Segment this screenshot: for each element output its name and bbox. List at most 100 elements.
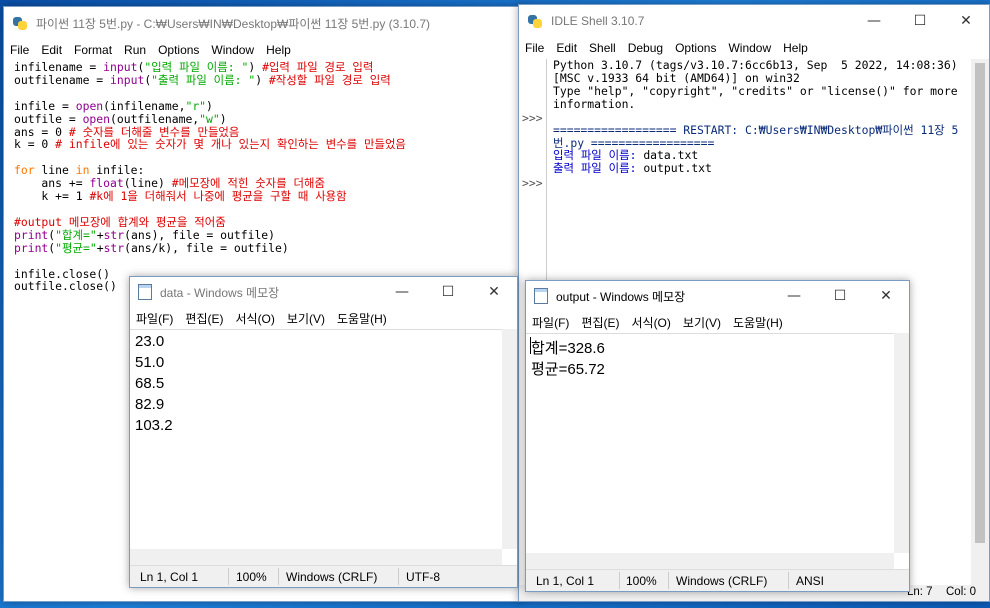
code-line: outfilename = input("출력 파일 이름: ") #작성할 파…: [14, 72, 391, 87]
menu-window[interactable]: Window: [205, 43, 260, 57]
code-line: outfile.close(): [14, 279, 117, 294]
minimize-button[interactable]: —: [851, 5, 897, 37]
notepad-text-area[interactable]: 합계=328.6 평균=65.72: [526, 333, 894, 553]
text-line: 합계=328.6: [531, 340, 605, 357]
code-line: ans = 0 # 숫자를 더해줄 변수를 만들었음: [14, 124, 240, 139]
menu-help[interactable]: 도움말(H): [331, 310, 393, 327]
scrollbar-thumb[interactable]: [975, 63, 985, 543]
text-line: 103.2: [135, 417, 173, 434]
shell-menubar: File Edit Shell Debug Options Window Hel…: [519, 37, 989, 59]
python-banner: Python 3.10.7 (tags/v3.10.7:6cc6b13, Sep…: [553, 58, 965, 85]
status-zoom: 100%: [236, 570, 267, 584]
shell-prompt: >>>: [522, 111, 543, 125]
menu-view[interactable]: 보기(V): [281, 310, 331, 327]
status-line: Ln: 7: [907, 586, 933, 598]
text-line: 51.0: [135, 354, 165, 371]
menu-view[interactable]: 보기(V): [677, 314, 727, 331]
shell-titlebar[interactable]: IDLE Shell 3.10.7 — ☐ ✕: [519, 5, 989, 37]
editor-titlebar[interactable]: 파이썬 11장 5번.py - C:₩Users₩IN₩Desktop₩파이썬 …: [4, 7, 522, 39]
code-line: k = 0 # infile에 있는 숫자가 몇 개나 있는지 확인하는 변수를…: [14, 137, 406, 152]
menu-window[interactable]: Window: [722, 41, 777, 55]
menu-shell[interactable]: Shell: [583, 41, 622, 55]
status-encoding: UTF-8: [406, 570, 440, 584]
minimize-button[interactable]: —: [771, 281, 817, 312]
notepad-output-window[interactable]: output - Windows 메모장 — ☐ ✕ 파일(F) 편집(E) 서…: [525, 280, 910, 592]
menu-edit[interactable]: 편집(E): [575, 314, 625, 331]
maximize-button[interactable]: ☐: [897, 5, 943, 37]
menu-file[interactable]: 파일(F): [130, 310, 179, 327]
status-position: Ln 1, Col 1: [536, 574, 595, 588]
text-line: 82.9: [135, 396, 165, 413]
status-zoom: 100%: [626, 574, 657, 588]
code-line: outfile = open(outfilename,"w"): [14, 111, 227, 126]
menu-help[interactable]: Help: [777, 41, 814, 55]
text-line: 평균=65.72: [531, 361, 605, 378]
menu-file[interactable]: File: [4, 43, 35, 57]
menu-run[interactable]: Run: [118, 43, 152, 57]
status-position: Ln 1, Col 1: [140, 570, 199, 584]
code-line: infilename = input("입력 파일 이름: ") #입력 파일 …: [14, 60, 374, 74]
input-prompt-out: 출력 파일 이름:: [553, 161, 644, 176]
close-button[interactable]: ✕: [863, 281, 909, 312]
notepad-statusbar: Ln 1, Col 1 100% Windows (CRLF) ANSI: [526, 569, 909, 591]
close-button[interactable]: ✕: [471, 277, 517, 308]
notepad-titlebar[interactable]: data - Windows 메모장 — ☐ ✕: [130, 277, 517, 307]
menu-options[interactable]: Options: [669, 41, 722, 55]
notepad-text-area[interactable]: 23.0 51.0 68.5 82.9 103.2: [130, 329, 502, 549]
maximize-button[interactable]: ☐: [425, 277, 471, 308]
code-line: print("합계="+str(ans), file = outfile): [14, 227, 276, 242]
input-value-out: output.txt: [643, 161, 712, 176]
menu-options[interactable]: Options: [152, 43, 205, 57]
notepad-title: data - Windows 메모장: [160, 285, 280, 300]
status-eol: Windows (CRLF): [286, 570, 378, 584]
input-value-in: data.txt: [643, 148, 699, 163]
shell-output[interactable]: Python 3.10.7 (tags/v3.10.7:6cc6b13, Sep…: [553, 59, 965, 175]
shell-prompt: >>>: [522, 176, 543, 190]
shell-title: IDLE Shell 3.10.7: [551, 14, 645, 28]
code-editor[interactable]: infilename = input("입력 파일 이름: ") #입력 파일 …: [14, 61, 522, 293]
menu-format[interactable]: 서식(O): [625, 314, 676, 331]
notepad-data-window[interactable]: data - Windows 메모장 — ☐ ✕ 파일(F) 편집(E) 서식(…: [129, 276, 518, 588]
horizontal-scrollbar[interactable]: [526, 553, 894, 569]
python-help-hint: Type "help", "copyright", "credits" or "…: [553, 83, 965, 111]
menu-edit[interactable]: Edit: [550, 41, 583, 55]
status-eol: Windows (CRLF): [676, 574, 768, 588]
notepad-menubar: 파일(F) 편집(E) 서식(O) 보기(V) 도움말(H): [130, 307, 517, 329]
notepad-titlebar[interactable]: output - Windows 메모장 — ☐ ✕: [526, 281, 909, 311]
notepad-icon: [138, 284, 152, 300]
input-prompt-in: 입력 파일 이름:: [553, 148, 644, 163]
menu-format[interactable]: 서식(O): [229, 310, 280, 327]
menu-file[interactable]: File: [519, 41, 550, 55]
menu-help[interactable]: 도움말(H): [727, 314, 789, 331]
editor-menubar: File Edit Format Run Options Window Help: [4, 39, 522, 61]
code-line: k += 1 #k에 1을 더해줘서 나중에 평균을 구할 때 사용함: [14, 189, 347, 204]
python-icon: [527, 13, 543, 29]
notepad-statusbar: Ln 1, Col 1 100% Windows (CRLF) UTF-8: [130, 565, 517, 587]
menu-file[interactable]: 파일(F): [526, 314, 575, 331]
menu-edit[interactable]: Edit: [35, 43, 68, 57]
menu-format[interactable]: Format: [68, 43, 118, 57]
code-line: print("평균="+str(ans/k), file = outfile): [14, 240, 289, 255]
text-line: 23.0: [135, 333, 165, 350]
python-icon: [12, 15, 28, 31]
text-line: 68.5: [135, 375, 165, 392]
shell-scrollbar[interactable]: [971, 59, 989, 585]
vertical-scrollbar[interactable]: [894, 333, 909, 553]
editor-title: 파이썬 11장 5번.py - C:₩Users₩IN₩Desktop₩파이썬 …: [36, 16, 431, 31]
horizontal-scrollbar[interactable]: [130, 549, 502, 565]
maximize-button[interactable]: ☐: [817, 281, 863, 312]
menu-help[interactable]: Help: [260, 43, 297, 57]
code-line: for line in infile:: [14, 163, 145, 178]
notepad-icon: [534, 288, 548, 304]
vertical-scrollbar[interactable]: [502, 329, 517, 549]
status-col: Col: 0: [946, 586, 977, 598]
notepad-menubar: 파일(F) 편집(E) 서식(O) 보기(V) 도움말(H): [526, 311, 909, 333]
code-line: ans += float(line) #메모장에 적힌 숫자를 더해줌: [14, 176, 325, 191]
minimize-button[interactable]: —: [379, 277, 425, 308]
close-button[interactable]: ✕: [943, 5, 989, 37]
notepad-title: output - Windows 메모장: [556, 289, 686, 304]
code-line: infile = open(infilename,"r"): [14, 98, 213, 113]
menu-edit[interactable]: 편집(E): [179, 310, 229, 327]
code-line: #output 메모장에 합계와 평균을 적어줌: [14, 214, 226, 229]
menu-debug[interactable]: Debug: [622, 41, 669, 55]
